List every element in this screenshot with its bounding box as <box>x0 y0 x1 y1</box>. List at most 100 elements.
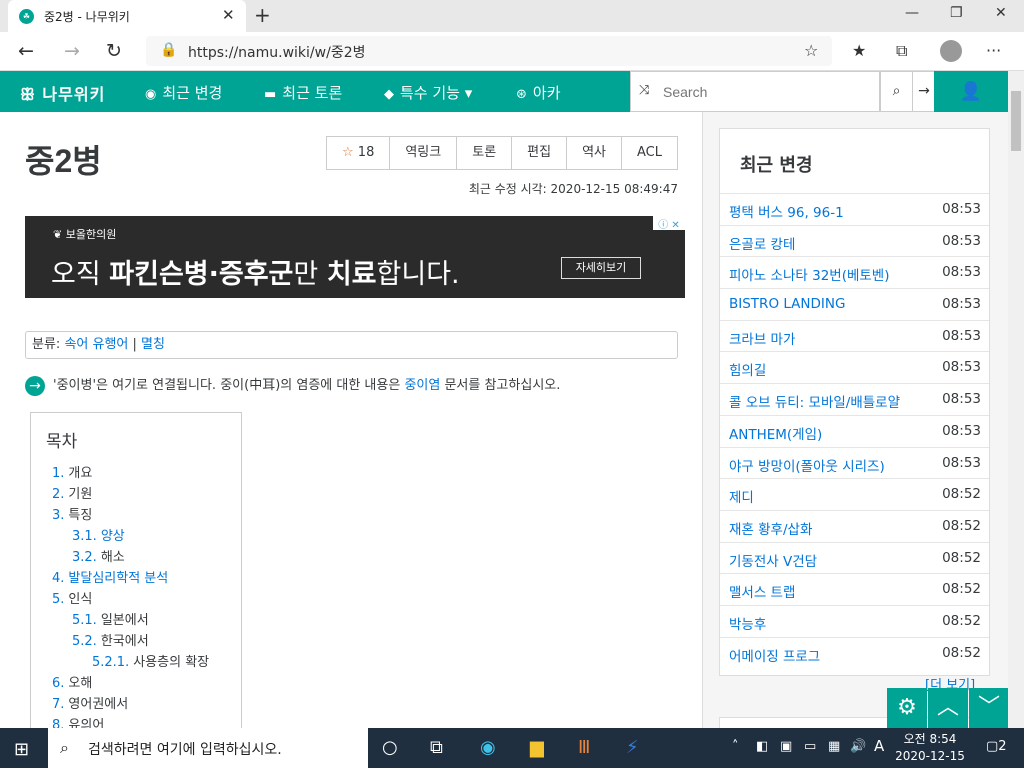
user-button[interactable]: 👤 <box>934 71 1008 112</box>
app-bolt-icon[interactable]: ⚡ <box>626 737 639 758</box>
recent-change-link[interactable]: 기동전사 V건담 <box>729 550 817 570</box>
scrollbar-thumb[interactable] <box>1011 91 1021 151</box>
toc-number[interactable]: 3.1. <box>72 529 97 544</box>
recent-change-link[interactable]: 크라브 마가 <box>729 328 795 348</box>
backlinks-button[interactable]: 역링크 <box>390 137 458 169</box>
nav-special-functions[interactable]: ◆ 특수 기능 ▾ <box>384 82 472 103</box>
ad-more-button[interactable]: 자세히보기 <box>561 257 641 279</box>
toc-number[interactable]: 1. <box>52 466 64 481</box>
network-icon[interactable]: ▦ <box>828 739 840 754</box>
volume-icon[interactable]: 🔊 <box>850 739 866 754</box>
battery-icon[interactable]: ▭ <box>804 739 816 754</box>
tray-chevron-up-icon[interactable]: ˄ <box>732 739 739 754</box>
toc-item[interactable]: 7. 영어권에서 <box>52 694 209 715</box>
recent-change-link[interactable]: 평택 버스 96, 96-1 <box>729 201 844 221</box>
toc-number[interactable]: 3. <box>52 508 64 523</box>
toc-item[interactable]: 5. 인식 <box>52 589 209 610</box>
recent-change-link[interactable]: 은골로 캉테 <box>729 233 795 253</box>
toc-item[interactable]: 5.2.1. 사용층의 확장 <box>52 652 209 673</box>
recent-change-link[interactable]: 어메이징 프로그 <box>729 645 820 665</box>
scroll-up-icon[interactable]: ︿ <box>928 688 968 728</box>
search-button[interactable]: ⌕ <box>880 71 913 112</box>
tray-monitor-icon[interactable]: ▣ <box>780 739 792 754</box>
history-button[interactable]: 역사 <box>567 137 622 169</box>
minimize-button[interactable]: — <box>905 5 919 21</box>
site-logo[interactable]: ꕥ 나무위키 <box>20 81 105 105</box>
toc-item[interactable]: 5.2. 한국에서 <box>52 631 209 652</box>
recent-change-link[interactable]: 야구 방망이(폴아웃 시리즈) <box>729 455 885 475</box>
toc-label[interactable]: 발달심리학적 분석 <box>68 571 168 586</box>
notification-icon[interactable]: ▢2 <box>986 739 1007 754</box>
favorites-icon[interactable]: ★ <box>852 41 866 60</box>
edge-browser-icon[interactable]: ◉ <box>480 737 496 758</box>
back-arrow-icon[interactable]: ← <box>18 40 34 62</box>
tray-app-icon[interactable]: ◧ <box>756 739 768 754</box>
toc-item[interactable]: 5.1. 일본에서 <box>52 610 209 631</box>
toc-item[interactable]: 4. 발달심리학적 분석 <box>52 568 209 589</box>
toc-number[interactable]: 8. <box>52 718 64 728</box>
taskbar-clock[interactable]: 오전 8:54 2020-12-15 <box>890 731 970 765</box>
toc-number[interactable]: 5.1. <box>72 613 97 628</box>
category-link[interactable]: 속어 유행어 <box>64 337 128 352</box>
browser-tab[interactable]: ☘ 중2병 - 나무위키 ✕ <box>8 0 246 32</box>
search-input[interactable] <box>663 78 873 106</box>
favorite-star-icon[interactable]: ☆ <box>804 41 818 60</box>
collections-icon[interactable]: ⧉ <box>896 41 907 61</box>
acl-button[interactable]: ACL <box>622 137 677 169</box>
restore-button[interactable]: ❐ <box>950 5 963 21</box>
lock-icon[interactable]: 🔒 <box>160 42 177 58</box>
recent-change-link[interactable]: 맬서스 트랩 <box>729 581 795 601</box>
toc-number[interactable]: 3.2. <box>72 550 97 565</box>
discuss-button[interactable]: 토론 <box>457 137 513 169</box>
toc-number[interactable]: 4. <box>52 571 64 586</box>
edit-button[interactable]: 편집 <box>512 137 568 169</box>
settings-gear-icon[interactable]: ⚙ <box>887 688 927 728</box>
recent-change-link[interactable]: BISTRO LANDING <box>729 296 845 312</box>
toc-item[interactable]: 1. 개요 <box>52 463 209 484</box>
redirect-link[interactable]: 중이염 <box>404 378 440 393</box>
toc-item[interactable]: 3.2. 해소 <box>52 547 209 568</box>
app-icon[interactable]: Ⅲ <box>578 737 590 758</box>
nav-recent-changes[interactable]: ◉ 최근 변경 <box>145 82 222 103</box>
url-bar[interactable]: 🔒 https://namu.wiki/w/중2병 ☆ <box>146 36 832 66</box>
vertical-scrollbar[interactable] <box>1008 71 1024 728</box>
go-button[interactable]: → <box>912 71 936 112</box>
new-tab-button[interactable]: + <box>254 3 271 27</box>
toc-item[interactable]: 2. 기원 <box>52 484 209 505</box>
ime-indicator[interactable]: A <box>874 737 884 755</box>
ad-banner[interactable]: ❦ 보올한의원 오직 파킨슨병·증후군만 치료합니다. 자세히보기 ⓘ ✕ <box>25 216 685 298</box>
nav-arca[interactable]: ⊛ 아카 <box>516 82 561 103</box>
toc-item[interactable]: 6. 오해 <box>52 673 209 694</box>
scroll-down-icon[interactable]: ﹀ <box>969 688 1008 728</box>
toc-number[interactable]: 5. <box>52 592 64 607</box>
task-view-icon[interactable]: ⧉ <box>430 737 443 758</box>
toc-number[interactable]: 6. <box>52 676 64 691</box>
refresh-icon[interactable]: ↻ <box>106 40 122 62</box>
star-button[interactable]: ☆ 18 <box>327 137 391 169</box>
toc-item[interactable]: 3.1. 양상 <box>52 526 209 547</box>
profile-avatar[interactable] <box>940 40 962 62</box>
ad-choices-icon[interactable]: ⓘ ✕ <box>653 216 685 231</box>
toc-number[interactable]: 5.2.1. <box>92 655 129 670</box>
recent-change-link[interactable]: 재혼 황후/삽화 <box>729 518 812 538</box>
recent-change-link[interactable]: 힘의길 <box>729 359 766 379</box>
toc-item[interactable]: 3. 특징 <box>52 505 209 526</box>
toc-label[interactable]: 양상 <box>101 529 125 544</box>
shuffle-icon[interactable]: ⤨ <box>639 83 649 98</box>
recent-change-link[interactable]: ANTHEM(게임) <box>729 423 822 443</box>
recent-change-link[interactable]: 박능후 <box>729 613 766 633</box>
toc-number[interactable]: 5.2. <box>72 634 97 649</box>
category-link[interactable]: 멸칭 <box>141 337 165 352</box>
toc-item[interactable]: 8. 유의어 <box>52 715 209 728</box>
windows-start-icon[interactable]: ⊞ <box>14 739 29 760</box>
close-tab-icon[interactable]: ✕ <box>222 6 235 24</box>
cortana-icon[interactable]: ○ <box>382 737 398 758</box>
more-menu-icon[interactable]: ··· <box>986 41 1001 60</box>
close-window-button[interactable]: ✕ <box>995 5 1007 21</box>
file-explorer-icon[interactable]: ▆ <box>530 737 544 758</box>
forward-arrow-icon[interactable]: → <box>64 40 80 62</box>
url-text[interactable]: https://namu.wiki/w/중2병 <box>188 42 365 62</box>
toc-number[interactable]: 2. <box>52 487 64 502</box>
taskbar-search[interactable]: ⌕ 검색하려면 여기에 입력하십시오. <box>48 728 368 768</box>
nav-recent-discussions[interactable]: ▬ 최근 토론 <box>264 82 342 103</box>
